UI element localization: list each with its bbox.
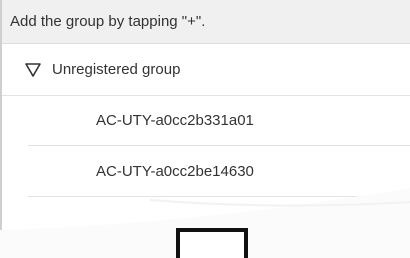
device-name: AC-UTY-a0cc2b331a01 [96, 112, 254, 129]
device-list-screen: Add the group by tapping "+". Unregister… [0, 0, 410, 258]
hint-banner: Add the group by tapping "+". [2, 0, 410, 44]
popup-frame-edge [176, 228, 248, 258]
device-row[interactable]: AC-UTY-a0cc2b331a01 [28, 96, 410, 146]
group-header-unregistered[interactable]: Unregistered group [2, 44, 410, 96]
device-name: AC-UTY-a0cc2be14630 [96, 163, 254, 180]
triangle-down-outline-icon [25, 62, 41, 77]
group-title: Unregistered group [52, 61, 181, 78]
hint-text: Add the group by tapping "+". [10, 13, 206, 30]
